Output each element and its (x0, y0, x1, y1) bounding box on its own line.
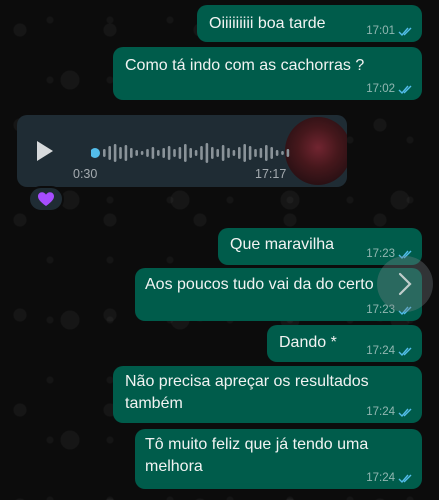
waveform-bar (221, 145, 225, 161)
waveform-bar (167, 146, 171, 160)
waveform-bar (113, 144, 117, 162)
message-meta: 17:02 (366, 83, 414, 95)
outgoing-message[interactable]: Não precisa apreçar os resultados também… (113, 366, 422, 423)
waveform-bar (162, 148, 165, 158)
audio-progress-knob (91, 148, 100, 158)
waveform-bar (243, 144, 246, 162)
read-receipt-icon (398, 408, 412, 417)
message-text-line: Não precisa apreçar os resultados (125, 373, 369, 390)
chevron-right-icon (398, 272, 412, 296)
waveform-bar (254, 149, 257, 157)
message-time: 17:24 (366, 472, 395, 484)
waveform-bar (216, 149, 219, 157)
waveform-bar (248, 146, 252, 160)
message-text: Como tá indo com as cachorras ? (125, 57, 365, 74)
waveform-bar (270, 147, 273, 159)
waveform-bar (108, 146, 111, 160)
sender-avatar (285, 117, 347, 185)
waveform-bar (146, 149, 149, 157)
message-time: 17:24 (366, 345, 395, 357)
read-receipt-icon (398, 85, 412, 94)
message-reaction[interactable] (28, 186, 64, 212)
waveform-bar (135, 150, 138, 156)
message-meta: 17:24 (366, 472, 414, 484)
message-meta: 17:01 (366, 25, 414, 37)
message-meta: 17:24 (366, 345, 414, 357)
play-icon[interactable] (37, 141, 53, 161)
waveform-bar (205, 143, 209, 163)
waveform-bar (151, 147, 155, 159)
waveform-bar (227, 148, 230, 158)
waveform-bar (124, 145, 128, 161)
message-text: Aos poucos tudo vai da do certo (145, 276, 374, 293)
waveform-bar (275, 150, 279, 156)
message-time: 17:02 (366, 83, 395, 95)
outgoing-message[interactable]: Como tá indo com as cachorras ? 17:02 (113, 47, 422, 100)
waveform-bar (178, 147, 182, 159)
outgoing-message[interactable]: Tô muito feliz que já tendo uma melhora … (135, 429, 422, 489)
waveform-bar (238, 147, 241, 159)
waveform-bar (232, 150, 236, 156)
message-time: 17:01 (366, 25, 395, 37)
read-receipt-icon (398, 474, 412, 483)
message-time: 17:24 (366, 406, 395, 418)
message-meta: 17:24 (366, 406, 414, 418)
message-time: 17:23 (366, 248, 395, 260)
audio-time: 17:17 (255, 167, 287, 181)
waveform-bar (194, 150, 198, 156)
scroll-next-button[interactable] (377, 256, 433, 312)
waveform-bar (281, 151, 284, 155)
read-receipt-icon (398, 27, 412, 36)
outgoing-message[interactable]: Dando * 17:24 (267, 325, 422, 362)
waveform-bar (259, 148, 263, 158)
waveform-bar (286, 149, 290, 157)
waveform-bar (103, 149, 106, 157)
waveform-bar (265, 145, 268, 161)
waveform-bar (140, 151, 144, 155)
waveform-bar (130, 148, 133, 158)
waveform-bar (157, 150, 160, 156)
read-receipt-icon (398, 347, 412, 356)
waveform-bar (173, 149, 176, 157)
waveform-bar (184, 144, 187, 162)
waveform-bar (211, 147, 214, 159)
chat-conversation: Oiiiiiiiii boa tarde 17:01 Como tá indo … (0, 0, 439, 500)
message-text-line: Tô muito feliz que já tendo uma (145, 436, 369, 453)
waveform-bar (200, 146, 203, 160)
audio-waveform[interactable] (91, 139, 293, 167)
outgoing-message[interactable]: Oiiiiiiiii boa tarde 17:01 (197, 5, 422, 42)
incoming-voice-message[interactable]: 0:30 17:17 (17, 115, 347, 187)
audio-duration: 0:30 (73, 167, 98, 181)
waveform-bar (189, 148, 192, 158)
waveform-bar (119, 147, 122, 159)
purple-heart-icon (38, 191, 54, 206)
